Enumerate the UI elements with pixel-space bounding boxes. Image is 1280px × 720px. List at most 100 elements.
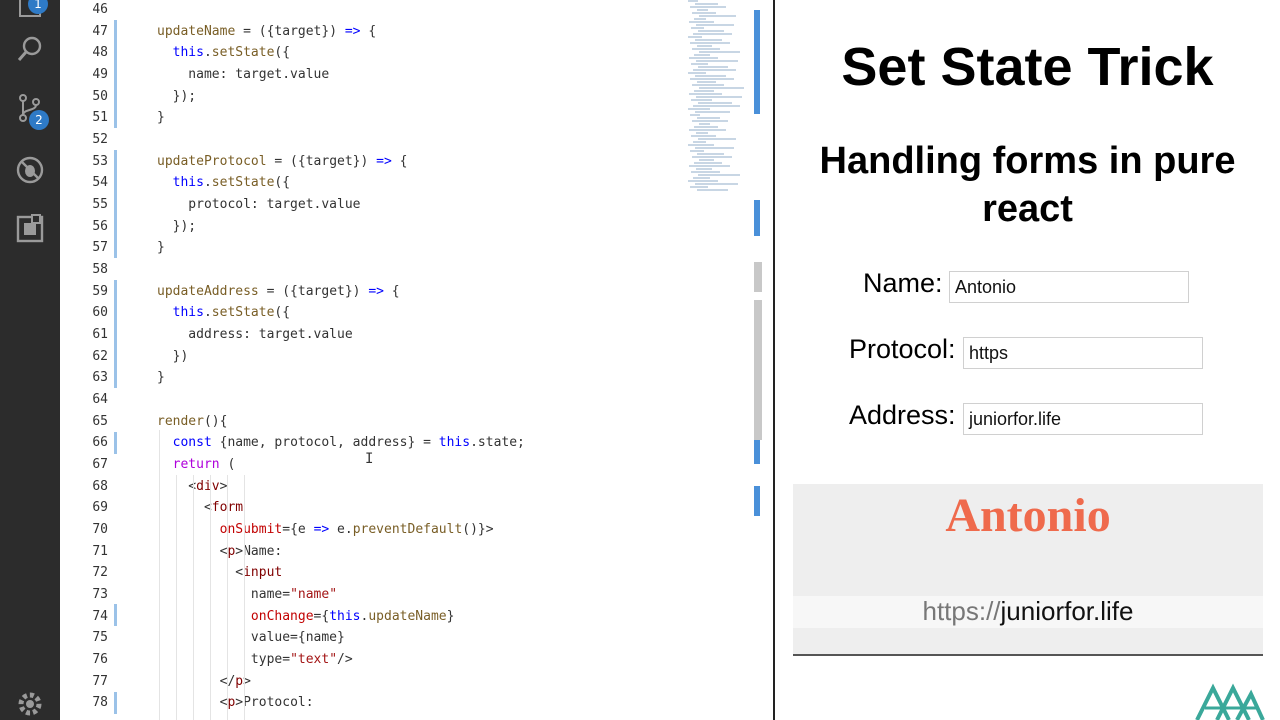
minimap[interactable] <box>688 0 748 200</box>
divider <box>793 654 1263 656</box>
modified-indicator <box>114 432 117 454</box>
code-line[interactable]: }) <box>157 346 189 368</box>
code-line[interactable]: } <box>157 367 165 389</box>
minimap-line <box>690 186 708 188</box>
minimap-line <box>693 33 732 35</box>
scrollbar-thumb[interactable] <box>754 262 762 292</box>
minimap-line <box>688 180 718 182</box>
minimap-line <box>697 81 716 83</box>
code-line[interactable]: return ( <box>157 454 236 476</box>
code-line[interactable]: } <box>157 237 165 259</box>
minimap-line <box>688 108 710 110</box>
code-line[interactable]: this.setState({ <box>157 302 290 324</box>
scrollbar-mark <box>754 440 760 464</box>
line-number: 64 <box>92 392 108 408</box>
indent-guide <box>210 475 211 720</box>
address-input[interactable]: juniorfor.life <box>963 403 1203 435</box>
minimap-line <box>691 27 704 29</box>
minimap-line <box>688 0 698 2</box>
line-number: 66 <box>92 435 108 451</box>
code-line[interactable]: }); <box>157 86 197 108</box>
line-number: 67 <box>92 457 108 473</box>
minimap-line <box>698 30 724 32</box>
code-line[interactable]: address: target.value <box>157 324 352 346</box>
code-area[interactable]: updateName = ({target}) => { this.setSta… <box>157 0 717 720</box>
code-line[interactable]: this.setState({ <box>157 172 290 194</box>
activity-bar: 1 2 <box>0 0 60 720</box>
code-line[interactable]: </p> <box>157 671 251 693</box>
minimap-line <box>699 15 736 17</box>
page-title: Set State Trick <box>841 37 1214 97</box>
minimap-line <box>691 63 708 65</box>
search-icon[interactable] <box>14 33 46 65</box>
modified-indicator <box>114 692 117 714</box>
minimap-line <box>696 168 712 170</box>
minimap-line <box>690 6 726 8</box>
minimap-line <box>698 174 740 176</box>
line-number: 78 <box>92 695 108 711</box>
indent-guide <box>159 430 160 720</box>
protocol-input[interactable]: https <box>963 337 1203 369</box>
code-editor[interactable]: 46 47 48 49 50 51 52 53 54 55 56 57 58 59 60 61 62 63 64 65… <box>60 0 775 720</box>
minimap-line <box>694 90 714 92</box>
line-number: 60 <box>92 305 108 321</box>
modified-indicator <box>114 604 117 626</box>
minimap-line <box>689 129 726 131</box>
minimap-line <box>688 36 702 38</box>
line-number: 48 <box>92 45 108 61</box>
minimap-line <box>689 21 714 23</box>
code-line[interactable]: this.setState({ <box>157 42 290 64</box>
minimap-line <box>695 147 734 149</box>
code-line[interactable]: render(){ <box>157 411 227 433</box>
name-input[interactable]: Antonio <box>949 271 1189 303</box>
line-number: 58 <box>92 262 108 278</box>
scrollbar[interactable] <box>754 0 762 720</box>
modified-indicator <box>114 20 117 128</box>
minimap-line <box>691 99 712 101</box>
minimap-line <box>692 12 716 14</box>
minimap-line <box>699 123 710 125</box>
line-number: 71 <box>92 543 108 559</box>
code-line[interactable]: type="text"/> <box>157 649 353 671</box>
line-number: 75 <box>92 630 108 646</box>
minimap-line <box>695 3 718 5</box>
code-line[interactable]: updateProtocol = ({target}) => { <box>157 151 407 173</box>
minimap-line <box>692 120 728 122</box>
output-protocol: https:// <box>922 596 1001 626</box>
code-line[interactable]: updateName = ({target}) => { <box>157 21 376 43</box>
minimap-line <box>697 117 720 119</box>
minimap-line <box>699 159 714 161</box>
code-line[interactable]: <form <box>157 497 243 519</box>
code-line[interactable]: }); <box>157 216 197 238</box>
minimap-line <box>695 39 722 41</box>
code-line[interactable]: const {name, protocol, address} = this.s… <box>157 432 525 454</box>
code-line[interactable]: onChange={this.updateName} <box>157 606 455 628</box>
settings-icon[interactable] <box>14 688 46 720</box>
line-number: 77 <box>92 673 108 689</box>
source-control-badge: 2 <box>29 110 49 130</box>
debug-icon[interactable] <box>14 154 46 186</box>
browser-preview: Set State Trick Handling forms in pure r… <box>775 0 1280 720</box>
minimap-line <box>689 165 730 167</box>
code-line[interactable]: } <box>157 107 165 129</box>
line-number: 57 <box>92 240 108 256</box>
minimap-line <box>694 126 718 128</box>
code-line[interactable]: <p>Protocol: <box>157 692 314 714</box>
minimap-line <box>689 57 718 59</box>
minimap-line <box>696 60 738 62</box>
minimap-line <box>688 144 714 146</box>
scrollbar-thumb[interactable] <box>754 300 762 440</box>
code-line[interactable]: name="name" <box>157 584 337 606</box>
code-line[interactable]: protocol: target.value <box>157 194 360 216</box>
minimap-line <box>692 48 720 50</box>
code-line[interactable]: name: target.value <box>157 64 329 86</box>
minimap-line <box>692 156 732 158</box>
line-number: 76 <box>92 652 108 668</box>
line-number: 54 <box>92 175 108 191</box>
code-line[interactable]: value={name} <box>157 627 345 649</box>
name-label: Name: <box>863 268 943 298</box>
code-line[interactable]: updateAddress = ({target}) => { <box>157 281 400 303</box>
indent-guide <box>176 475 177 720</box>
code-line[interactable]: onSubmit={e => e.preventDefault()}> <box>157 519 494 541</box>
extensions-icon[interactable] <box>14 213 46 245</box>
